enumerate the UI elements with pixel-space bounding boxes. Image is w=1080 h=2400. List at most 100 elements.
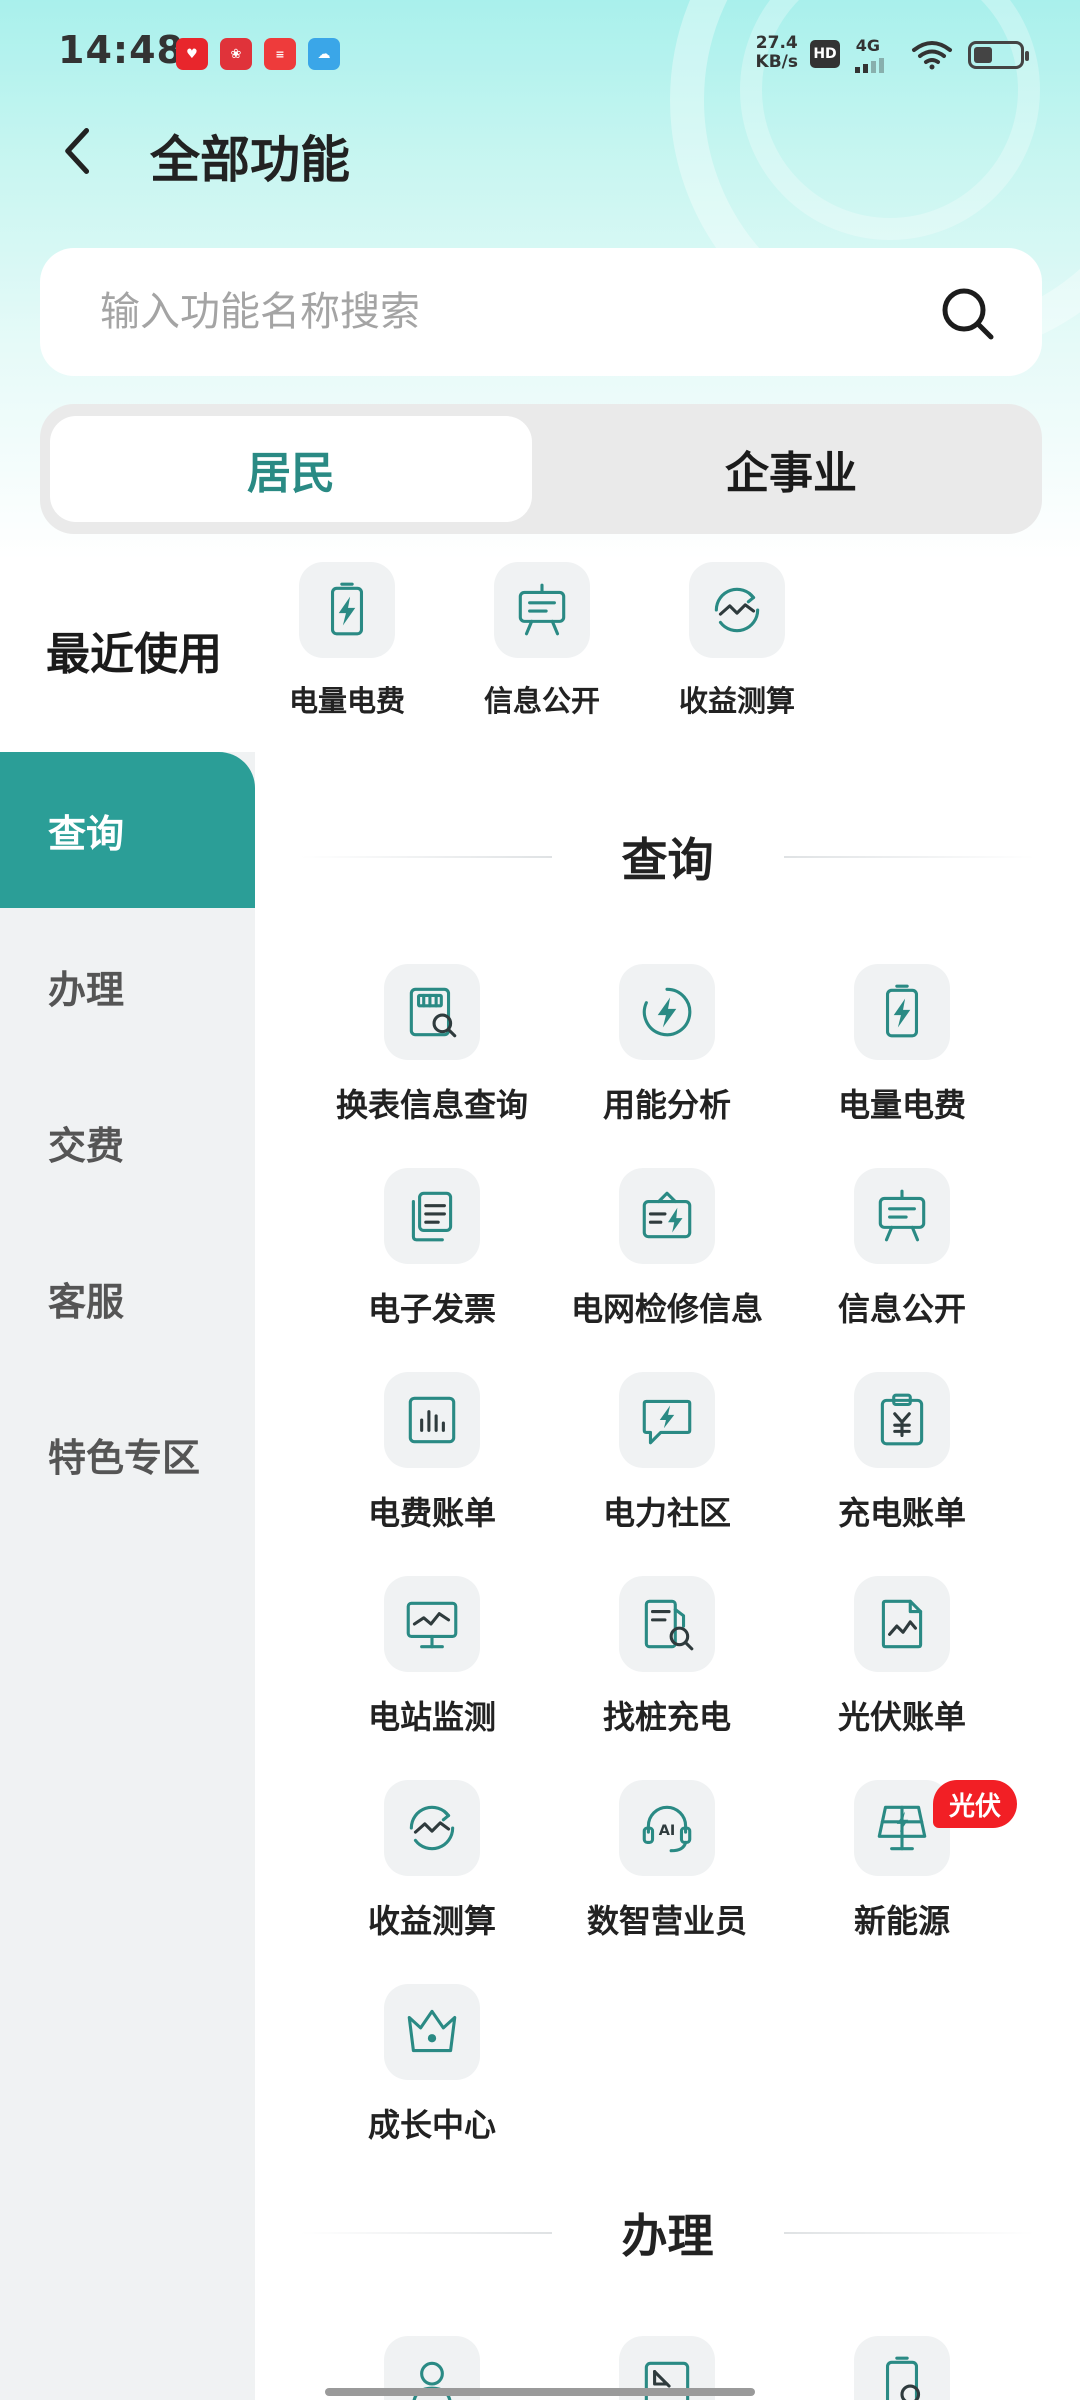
battery-level <box>974 47 992 63</box>
function-label: 信息公开 <box>837 1290 966 1328</box>
invoice-icon <box>384 1168 480 1264</box>
crown-icon <box>384 1984 480 2080</box>
function-electricity-bill[interactable]: 电费账单 <box>317 1372 547 1534</box>
sidebar-item-payment[interactable]: 交费 <box>0 1064 255 1220</box>
monitor-icon <box>384 1576 480 1672</box>
charger-search-icon <box>619 1576 715 1672</box>
sidebar-item-query[interactable]: 查询 <box>0 752 255 908</box>
function-meter-change-query[interactable]: 换表信息查询 <box>317 964 547 1126</box>
function-income-estimate[interactable]: 收益测算 <box>317 1780 547 1942</box>
function-label: 换表信息查询 <box>335 1086 528 1124</box>
function-label: 收益测算 <box>367 1902 496 1940</box>
app-notification-icon: ❀ <box>220 38 252 70</box>
function-label: 电费账单 <box>367 1494 496 1532</box>
recent-item-power-bill[interactable]: 电量电费 <box>267 562 427 720</box>
battery-bolt-icon <box>299 562 395 658</box>
recent-item-label: 收益测算 <box>678 684 795 718</box>
network-type: 4G <box>855 36 880 55</box>
function-charging-bill[interactable]: 充电账单 <box>787 1372 1017 1534</box>
section-title: 查询 <box>621 833 714 887</box>
function-energy-analysis[interactable]: 用能分析 <box>552 964 782 1126</box>
function-label: 充电账单 <box>837 1494 966 1532</box>
function-label: 光伏账单 <box>837 1698 966 1736</box>
category-sidebar: 查询 办理 交费 客服 特色专区 <box>0 752 255 2400</box>
function-label: 电力社区 <box>602 1494 731 1532</box>
tab-enterprise[interactable]: 企事业 <box>550 416 1032 522</box>
recent-item-label: 信息公开 <box>483 684 600 718</box>
hd-badge: HD <box>810 40 840 68</box>
wifi-icon <box>912 41 952 70</box>
chat-bolt-icon <box>619 1372 715 1468</box>
app-notification-icon: ♥ <box>176 38 208 70</box>
sidebar-item-special-zone[interactable]: 特色专区 <box>0 1376 255 1532</box>
search-bar[interactable] <box>40 248 1042 376</box>
function-growth-center[interactable]: 成长中心 <box>317 1984 547 2146</box>
battery-icon <box>968 41 1029 69</box>
function-label: 电量电费 <box>837 1086 966 1124</box>
gauge-trend-icon <box>384 1780 480 1876</box>
network-speed: 27.4 KB/s <box>756 34 798 72</box>
status-bar: 14:48 ♥ ❀ ≡ ☁ 27.4 KB/s HD 4G <box>0 0 1080 105</box>
function-digital-agent[interactable]: AI 数智营业员 <box>552 1780 782 1942</box>
search-input[interactable] <box>100 248 920 376</box>
section-header-query: 查询 <box>300 824 1035 890</box>
divider <box>783 2232 1035 2234</box>
solar-bill-icon <box>854 1576 950 1672</box>
section-title: 办理 <box>621 2209 714 2263</box>
meter-search-icon <box>384 964 480 1060</box>
network-speed-unit: KB/s <box>755 52 798 72</box>
battery-bolt-icon <box>854 964 950 1060</box>
function-new-energy[interactable]: 新能源 光伏 <box>787 1780 1017 1942</box>
energy-bolt-icon <box>619 964 715 1060</box>
divider <box>783 856 1035 858</box>
function-next-row-item[interactable] <box>787 2336 1017 2400</box>
clipboard-yuan-icon <box>854 1372 950 1468</box>
function-label: 找桩充电 <box>602 1698 731 1736</box>
recent-label: 最近使用 <box>46 629 222 680</box>
ai-headset-icon: AI <box>619 1780 715 1876</box>
function-find-charger[interactable]: 找桩充电 <box>552 1576 782 1738</box>
maintenance-bag-icon <box>619 1168 715 1264</box>
section-header-handle: 办理 <box>300 2200 1035 2266</box>
function-label: 成长中心 <box>367 2106 496 2144</box>
sidebar-item-customer-service[interactable]: 客服 <box>0 1220 255 1376</box>
battery-clock-icon <box>854 2336 950 2400</box>
divider <box>300 856 552 858</box>
recent-item-label: 电量电费 <box>288 684 405 718</box>
home-indicator[interactable] <box>325 2388 755 2396</box>
cloud-notification-icon: ☁ <box>308 38 340 70</box>
cellular-signal-icon <box>855 58 884 73</box>
recent-item-info-disclosure[interactable]: 信息公开 <box>462 562 622 720</box>
divider <box>300 2232 552 2234</box>
bar-chart-icon <box>384 1372 480 1468</box>
function-label: 新能源 <box>853 1902 950 1940</box>
recent-item-income-estimate[interactable]: 收益测算 <box>657 562 817 720</box>
tab-resident[interactable]: 居民 <box>50 416 532 522</box>
pv-badge: 光伏 <box>933 1780 1017 1828</box>
function-label: 用能分析 <box>602 1086 731 1124</box>
presentation-board-icon <box>854 1168 950 1264</box>
svg-text:AI: AI <box>659 1823 676 1839</box>
presentation-board-icon <box>494 562 590 658</box>
sidebar-item-handle[interactable]: 办理 <box>0 908 255 1064</box>
function-label: 电子发票 <box>367 1290 496 1328</box>
function-pv-bill[interactable]: 光伏账单 <box>787 1576 1017 1738</box>
user-type-switch: 居民 企事业 <box>40 404 1042 534</box>
function-power-bill[interactable]: 电量电费 <box>787 964 1017 1126</box>
search-icon[interactable] <box>940 286 996 342</box>
gauge-trend-icon <box>689 562 785 658</box>
function-info-disclosure[interactable]: 信息公开 <box>787 1168 1017 1330</box>
function-label: 电网检修信息 <box>570 1290 763 1328</box>
function-grid-maintenance[interactable]: 电网检修信息 <box>552 1168 782 1330</box>
news-notification-icon: ≡ <box>264 38 296 70</box>
back-button[interactable] <box>48 118 108 184</box>
status-time: 14:48 <box>58 28 184 72</box>
function-station-monitoring[interactable]: 电站监测 <box>317 1576 547 1738</box>
function-label: 数智营业员 <box>586 1902 747 1940</box>
page-title: 全部功能 <box>150 131 350 189</box>
network-speed-value: 27.4 <box>755 33 798 53</box>
function-label: 电站监测 <box>367 1698 496 1736</box>
chevron-left-icon <box>65 128 90 174</box>
function-e-invoice[interactable]: 电子发票 <box>317 1168 547 1330</box>
function-power-community[interactable]: 电力社区 <box>552 1372 782 1534</box>
